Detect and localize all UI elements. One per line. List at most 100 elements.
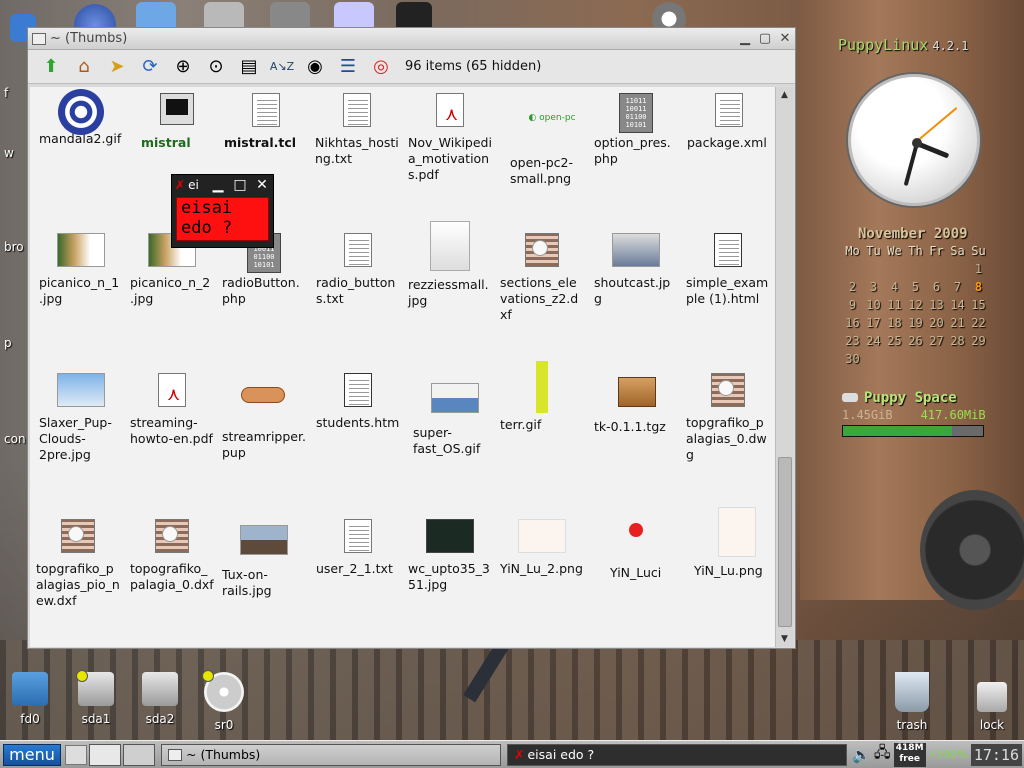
optical-drive-sr0[interactable]: sr0 [194,670,254,732]
file-item[interactable]: mandala2.gif [35,89,127,147]
file-item[interactable]: students.htm [312,373,404,431]
scroll-up-icon[interactable]: ▲ [776,87,793,103]
drive-sda1[interactable]: sda1 [66,670,126,726]
scroll-down-icon[interactable]: ▼ [776,631,793,647]
workspace-2[interactable] [123,743,155,766]
workspace-1[interactable] [89,743,121,766]
calendar-day-header: Mo [845,244,860,258]
calendar-day: 26 [908,334,923,348]
goto-icon[interactable]: ➤ [102,53,132,81]
file-item[interactable]: YiN_Luci [590,519,682,581]
puppy-space-title: Puppy Space [842,390,986,406]
calendar-day [863,262,884,280]
jpg-image-icon [425,519,475,555]
file-item[interactable]: streaming-howto-en.pdf [126,373,218,447]
file-name: streamripper.pup [222,429,306,460]
cad-file-icon [524,233,560,269]
calendar-week-row: 1 [842,262,992,280]
file-item[interactable]: sections_elevations_z2.dxf [496,233,588,323]
show-desktop-icon[interactable] [65,744,87,765]
volume-icon[interactable]: 🔈 [852,746,871,764]
file-item[interactable]: rezziessmall.jpg [404,221,496,309]
minimize-icon[interactable]: ▁ [735,30,755,48]
file-item[interactable]: Tux-on-rails.jpg [218,519,310,599]
file-name: simple_example (1).html [686,275,769,306]
png-image-icon [618,523,654,559]
home-icon[interactable]: ⌂ [69,53,99,81]
file-item[interactable]: topografiko_palagia_0.dxf [126,519,218,593]
file-name: picanico_n_1.jpg [39,275,120,306]
calendar-day [863,352,884,370]
archive-box-icon [618,377,656,413]
file-item[interactable]: tk-0.1.1.tgz [590,373,682,435]
start-menu-button[interactable]: menu [3,743,61,766]
calendar-day [926,262,947,280]
html-file-icon [710,233,746,269]
maximize-icon[interactable]: ▢ [755,30,775,48]
minimize-icon[interactable]: ▁ [207,177,229,193]
calendar-day: 27 [929,334,944,348]
popup-titlebar[interactable]: ✗ ei ▁ □ ✕ [172,175,273,195]
trash-desktop[interactable]: trash [882,672,942,732]
close-icon[interactable]: ✕ [251,177,273,193]
file-item[interactable]: Nikhtas_hosting.txt [311,93,403,167]
battery-indicator[interactable]: ⚡100% [929,748,968,761]
sort-az-icon[interactable]: A↘Z [267,53,297,81]
lock-icon [977,682,1007,712]
file-name: terr.gif [500,417,542,432]
file-item[interactable]: package.xml [683,93,775,151]
file-name: user_2_1.txt [316,561,393,576]
zoom-fit-icon[interactable]: ⊙ [201,53,231,81]
file-item[interactable]: Nov_Wikipedia_motivations.pdf [404,93,496,183]
clock-time[interactable]: 17:16 [970,743,1022,766]
space-usage-bar [842,425,984,437]
calendar-day-header: Th [908,244,923,258]
lock-desktop[interactable]: lock [962,672,1022,732]
gif-image-icon [524,361,560,413]
file-item[interactable]: YiN_Lu_2.png [496,519,588,577]
details-icon[interactable]: ▤ [234,53,264,81]
up-arrow-icon[interactable]: ⬆ [36,53,66,81]
network-icon[interactable]: 🖧 [874,742,891,767]
memory-indicator[interactable]: 418M free [893,742,926,767]
file-item[interactable]: super-fast_OS.gif [409,373,501,457]
file-name: sections_elevations_z2.dxf [500,275,579,322]
calendar-today: 8 [974,280,983,294]
hard-drive-icon [76,670,114,706]
floppy-drive-fd0[interactable]: fd0 [0,672,60,726]
file-item[interactable]: 11011 10011 01100 10101 option_pres.php [590,93,682,167]
task-eisai-edo-window[interactable]: ✗ eisai edo ? [507,743,847,766]
file-item[interactable]: topgrafiko_palagias_pio_new.dxf [32,519,124,609]
eye-icon[interactable]: ◉ [300,53,330,81]
file-item[interactable]: simple_example (1).html [682,233,774,307]
calendar-week-row: 30 [842,352,992,370]
file-item[interactable]: radio_buttons.txt [312,233,404,307]
file-item[interactable]: streamripper.pup [218,373,310,461]
file-item[interactable]: terr.gif [496,361,588,433]
window-titlebar[interactable]: ~ (Thumbs) ▁ ▢ ✕ [28,28,795,50]
file-item[interactable]: ◐ open-pc open-pc2-small.png [506,93,598,187]
file-item[interactable]: shoutcast.jpg [590,233,682,307]
close-icon[interactable]: ✕ [775,30,795,48]
drive-sda2[interactable]: sda2 [130,672,190,726]
file-item[interactable]: picanico_n_1.jpg [35,233,127,307]
file-item[interactable]: mistral [131,93,223,151]
list-icon[interactable]: ☰ [333,53,363,81]
vertical-scrollbar[interactable]: ▲ ▼ [775,87,793,647]
zoom-in-icon[interactable]: ⊕ [168,53,198,81]
task-thumbs-window[interactable]: ~ (Thumbs) [161,743,501,766]
help-lifebuoy-icon[interactable]: ◎ [366,53,396,81]
scrollbar-thumb[interactable] [778,457,792,627]
calendar-day: 3 [869,280,878,294]
file-item[interactable]: mistral.tcl [220,93,312,151]
file-item[interactable]: YiN_Lu.png [690,507,782,579]
file-item[interactable]: Slaxer_Pup-Clouds-2pre.jpg [35,373,127,463]
file-item[interactable]: user_2_1.txt [312,519,404,577]
task-label: ~ (Thumbs) [186,747,261,762]
calendar-day-header: Tu [866,244,881,258]
file-item[interactable]: topgrafiko_palagias_0.dwg [682,373,774,463]
refresh-icon[interactable]: ⟳ [135,53,165,81]
calendar-day-header: Sa [950,244,965,258]
file-item[interactable]: wc_upto35_351.jpg [404,519,496,593]
maximize-icon[interactable]: □ [229,177,251,193]
